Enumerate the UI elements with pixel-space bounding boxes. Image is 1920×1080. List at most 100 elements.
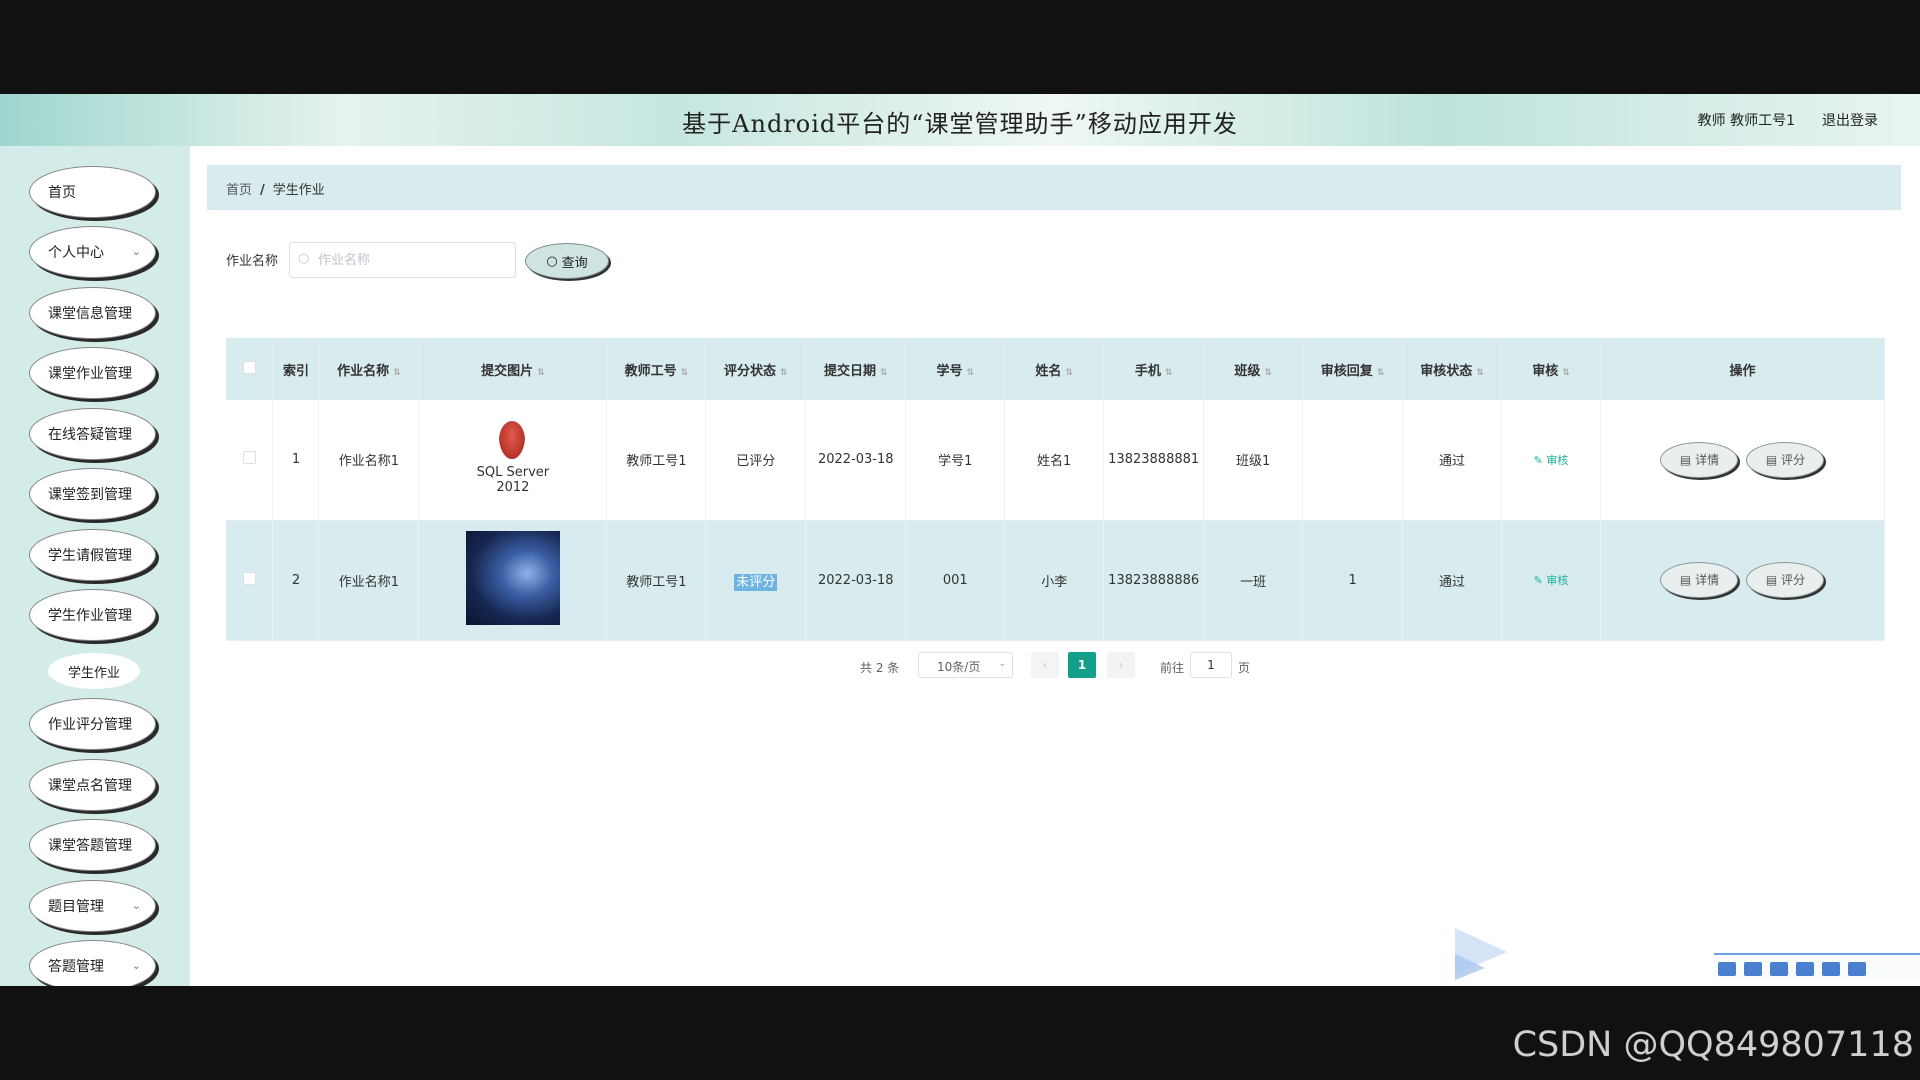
pagination: 共 2 条 10条/页⌄ ‹ 1 › 前往 页 [190,652,1920,680]
select-all-checkbox[interactable] [242,360,256,374]
main-content: 首页/学生作业 作业名称 ○ ○查询 索引 作业名称⇅ 提交图片⇅ 教师工号⇅ … [190,146,1920,986]
audit-link[interactable]: ✎ 审核 [1534,574,1569,587]
column-header[interactable]: 作业名称 ⇅ [318,338,420,400]
sidebar-item-roll-call[interactable]: 课堂点名管理 [29,759,156,811]
cell-actions: ▤ 详情 ▤ 评分 [1600,400,1886,521]
logout-button[interactable]: 退出登录 [1822,110,1878,130]
cell-phone: 13823888886 [1103,520,1205,641]
keyboard-icon[interactable] [1822,962,1840,976]
detail-button[interactable]: ▤ 详情 [1660,562,1739,598]
grade-button[interactable]: ▤ 评分 [1746,441,1825,478]
sort-icon: ⇅ [780,367,788,378]
sidebar-item-label: 个人中心 [48,245,104,261]
sidebar-item-label: 课堂点名管理 [48,778,132,794]
breadcrumb-separator: / [260,183,265,198]
sort-icon: ⇅ [680,367,689,378]
next-page-button[interactable]: › [1107,652,1135,678]
grade-button[interactable]: ▤ 评分 [1746,562,1825,598]
sort-icon: ⇅ [1562,367,1570,378]
chevron-down-icon: ⌄ [998,659,1006,669]
audit-link[interactable]: ✎ 审核 [1534,454,1569,467]
sidebar-subitem-student-homework[interactable]: 学生作业 [48,653,140,689]
query-button[interactable]: ○ 查询 [525,243,609,279]
cell-audit-status: 通过 [1402,400,1503,521]
cell-student-name: 小李 [1004,520,1105,641]
sidebar-item-class-info[interactable]: 课堂信息管理 [29,287,156,339]
sidebar-item-student-homework[interactable]: 学生作业管理 [29,589,156,641]
sidebar-item-quiz[interactable]: 课堂答题管理 [29,819,156,871]
score-status-text: 未评分 [734,573,778,591]
sidebar: 首页 个人中心 ⌄ 课堂信息管理 课堂作业管理 在线答疑管理 课堂签到管理 学生请… [0,146,190,986]
row-checkbox[interactable] [242,451,256,465]
image-caption: SQL Server 2012 [476,464,550,495]
column-header[interactable]: 评分状态 ⇅ [705,338,807,400]
sort-icon: ⇅ [1065,367,1073,378]
ime-icon[interactable] [1718,962,1736,976]
column-header[interactable]: 审核回复 ⇅ [1302,338,1404,400]
sidebar-item-checkin[interactable]: 课堂签到管理 [29,468,156,520]
cell-submit-date: 2022-03-18 [805,520,907,641]
cell-teacher-id: 教师工号1 [606,400,707,521]
sidebar-item-home[interactable]: 首页 [29,166,156,218]
sidebar-item-answers[interactable]: 答题管理 ⌄ [29,940,156,986]
document-icon: ▤ [1765,573,1778,587]
prev-page-button[interactable]: ‹ [1031,652,1059,678]
column-header[interactable]: 提交日期 ⇅ [805,338,907,400]
sidebar-item-grading[interactable]: 作业评分管理 [29,698,156,750]
query-button-label: 查询 [561,255,588,271]
column-header[interactable]: 提交图片 ⇅ [418,338,608,400]
sql-server-logo-image[interactable]: SQL Server 2012 [473,419,553,497]
app-window: 基于Android平台的“课堂管理助手”移动应用开发 教师 教师工号1 退出登录… [0,94,1920,986]
select-all-checkbox-cell [226,338,274,400]
ime-icon[interactable] [1796,962,1814,976]
sidebar-item-questions[interactable]: 题目管理 ⌄ [29,880,156,932]
column-header[interactable]: 姓名 ⇅ [1004,338,1105,400]
wrench-icon[interactable] [1848,962,1866,976]
search-input[interactable] [289,242,516,278]
sidebar-item-label: 在线答疑管理 [48,427,132,443]
sql-server-flame-icon [498,420,525,459]
sidebar-item-label: 课堂答题管理 [48,838,132,854]
cell-phone: 13823888881 [1103,400,1205,521]
cell-homework-name: 作业名称1 [318,400,420,521]
cell-actions: ▤ 详情 ▤ 评分 [1600,520,1886,641]
column-header[interactable]: 学号 ⇅ [905,338,1006,400]
ime-icon[interactable] [1770,962,1788,976]
goto-page-input[interactable] [1190,652,1232,678]
chevron-down-icon: ⌄ [131,245,141,258]
cell-score-status: 已评分 [705,400,807,521]
sidebar-item-personal-center[interactable]: 个人中心 ⌄ [29,226,156,278]
column-header[interactable]: 教师工号 ⇅ [606,338,707,400]
column-header: 操作 [1600,338,1886,400]
document-icon: ▤ [1679,452,1692,467]
column-header[interactable]: 手机 ⇅ [1103,338,1205,400]
page-size-select[interactable]: 10条/页 ⌄ [918,652,1013,678]
sidebar-item-class-homework[interactable]: 课堂作业管理 [29,347,156,399]
breadcrumb: 首页 / 学生作业 [207,165,1901,210]
sort-icon: ⇅ [537,367,545,378]
chevron-down-icon: ⌄ [131,959,141,972]
ime-icon[interactable] [1744,962,1762,976]
sidebar-item-leave[interactable]: 学生请假管理 [29,529,156,581]
sidebar-item-label: 课堂信息管理 [48,306,132,322]
edit-icon: ✎ [1533,574,1543,587]
sort-icon: ⇅ [1376,367,1385,378]
chevron-down-icon: ⌄ [131,899,141,912]
sidebar-item-label: 首页 [48,185,76,201]
column-header[interactable]: 审核 ⇅ [1501,338,1601,400]
sidebar-item-online-qa[interactable]: 在线答疑管理 [29,408,156,460]
cell-index: 1 [272,400,320,521]
breadcrumb-home[interactable]: 首页 [226,183,252,198]
search-label: 作业名称 [226,254,279,269]
cell-audit-reply [1302,400,1404,521]
page-number-current[interactable]: 1 [1068,652,1096,678]
detail-button[interactable]: ▤ 详情 [1660,441,1739,478]
app-title: 基于Android平台的“课堂管理助手”移动应用开发 [682,110,1238,138]
letterbox-top [0,0,1920,94]
row-checkbox[interactable] [242,571,256,585]
search-icon: ○ [546,253,558,269]
submitted-code-image[interactable] [465,531,560,625]
column-header[interactable]: 班级 ⇅ [1203,338,1304,400]
column-header[interactable]: 审核状态 ⇅ [1402,338,1503,400]
current-user: 教师 教师工号1 [1697,113,1795,129]
